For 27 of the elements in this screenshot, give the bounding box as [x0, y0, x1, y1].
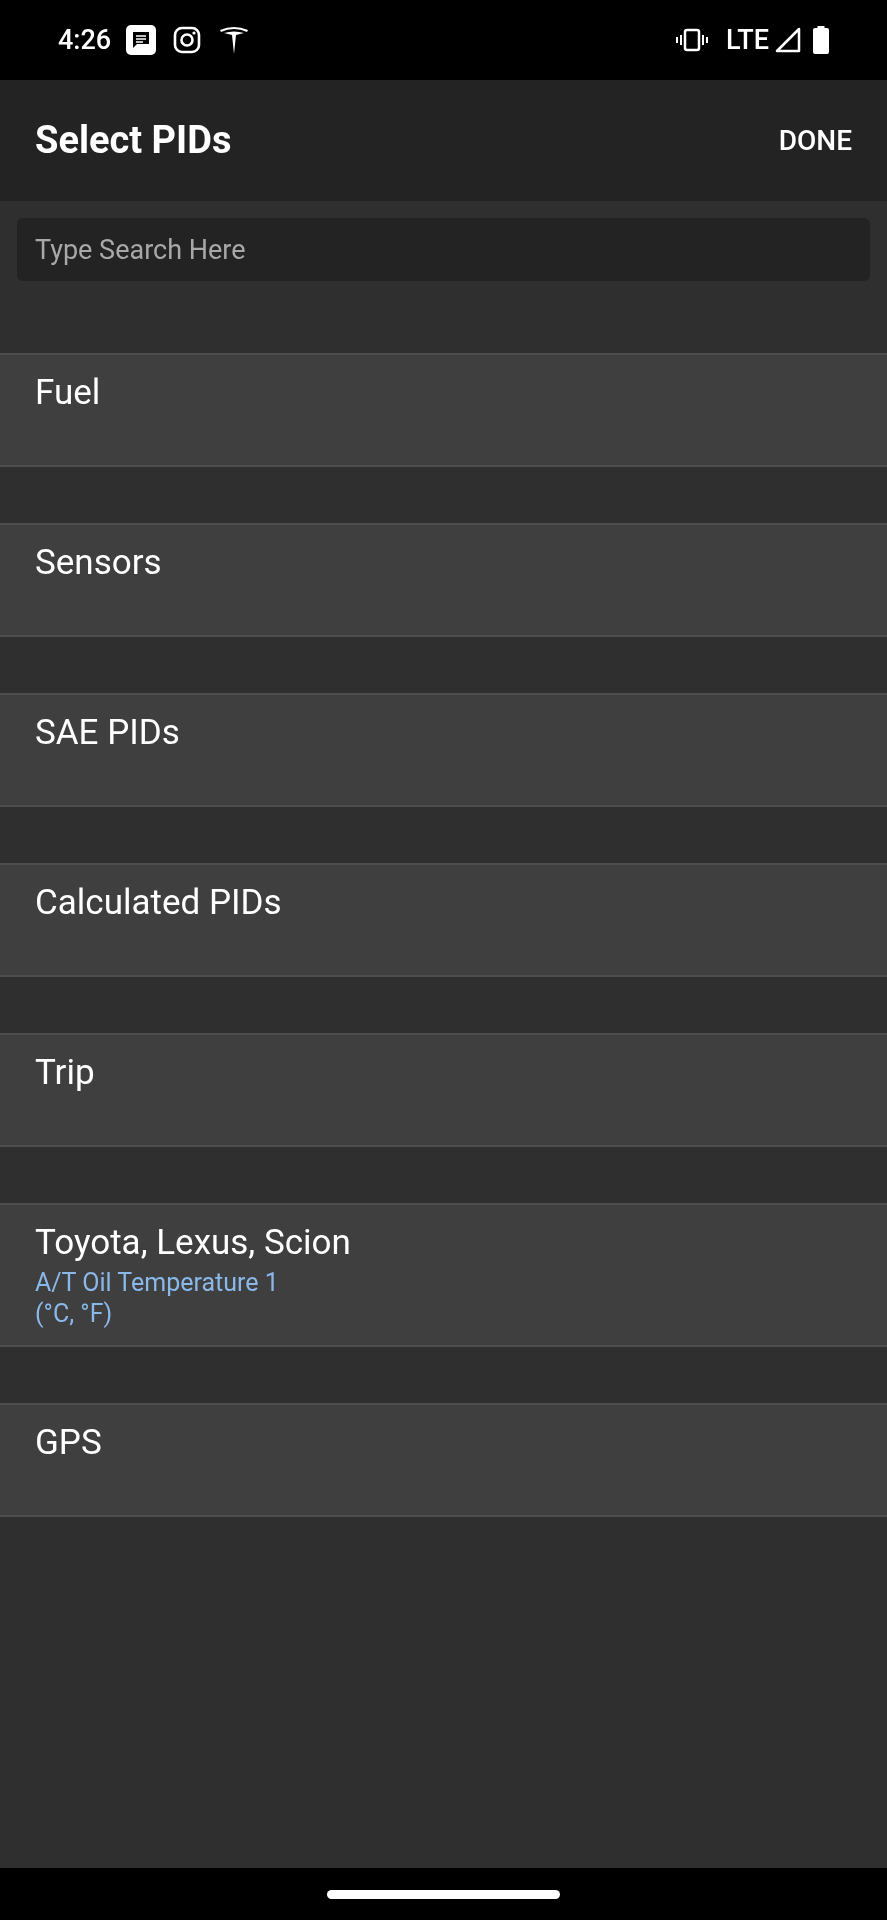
category-title: Calculated PIDs: [35, 881, 283, 925]
search-field[interactable]: Type Search Here: [17, 218, 870, 281]
screen-title: Select PIDs: [35, 117, 232, 164]
category-row[interactable]: Sensors: [0, 523, 887, 637]
message-icon: [125, 24, 158, 56]
camera-icon: [173, 26, 202, 54]
category-row[interactable]: SAE PIDs: [0, 693, 887, 807]
selected-pid-name: A/T Oil Temperature 1: [35, 1267, 280, 1298]
home-indicator[interactable]: [327, 1889, 560, 1899]
done-button[interactable]: DONE: [770, 111, 860, 170]
signal-icon: [775, 27, 801, 53]
category-title: Trip: [35, 1051, 96, 1095]
category-title: SAE PIDs: [35, 711, 181, 755]
category-row[interactable]: Toyota, Lexus, Scion A/T Oil Temperature 1 (°C, °F): [0, 1203, 887, 1347]
status-time: 4:26: [58, 22, 112, 58]
category-row[interactable]: Trip: [0, 1033, 887, 1147]
selected-pid-units: (°C, °F): [35, 1298, 114, 1329]
battery-icon: [813, 26, 829, 54]
category-row[interactable]: GPS: [0, 1403, 887, 1517]
category-title: Fuel: [35, 371, 102, 415]
category-row[interactable]: Fuel: [0, 353, 887, 467]
category-title: GPS: [35, 1421, 103, 1465]
category-title: Toyota, Lexus, Scion: [35, 1221, 352, 1265]
category-title: Sensors: [35, 541, 163, 585]
network-type: LTE: [726, 22, 769, 58]
vibrate-icon: [676, 28, 708, 52]
category-row[interactable]: Calculated PIDs: [0, 863, 887, 977]
